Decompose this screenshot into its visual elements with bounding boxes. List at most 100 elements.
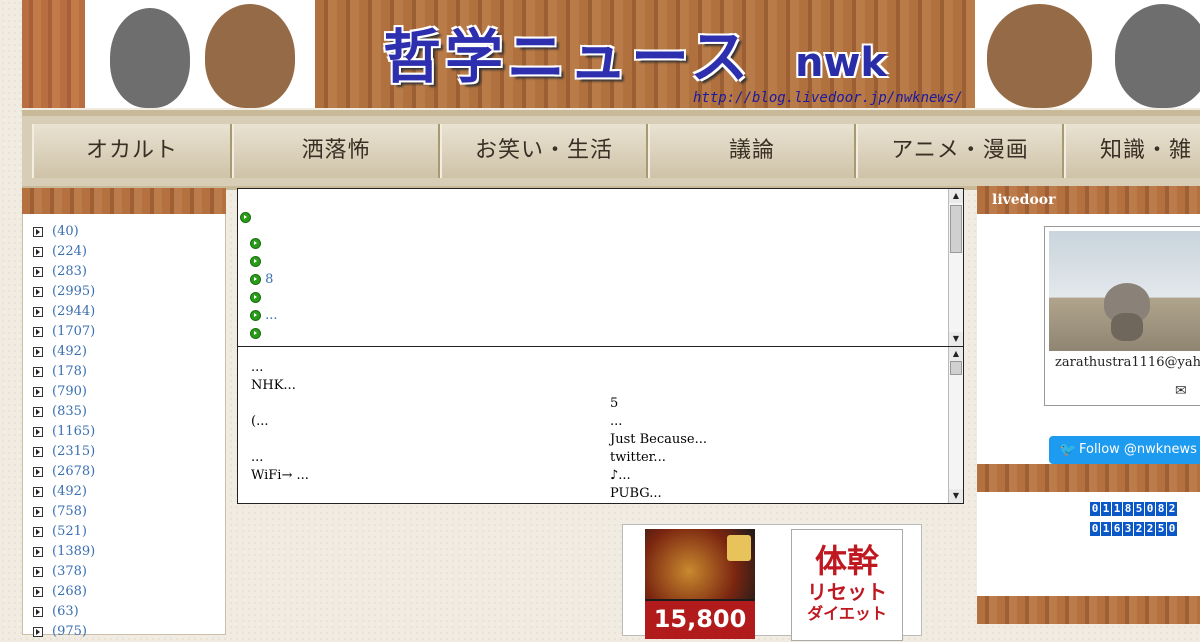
profile-email: zarathustra1116@yahoo.c xyxy=(1055,355,1200,370)
list-item[interactable]: ... xyxy=(250,307,278,325)
nav-item-debate[interactable]: 議論 xyxy=(648,124,858,178)
list-item[interactable] xyxy=(250,325,261,343)
category-item[interactable]: (790) xyxy=(33,382,87,402)
left-sidebar-header xyxy=(22,188,226,214)
counter-digit: 0 xyxy=(1145,502,1155,516)
list-item[interactable]: twitter... xyxy=(610,449,666,467)
category-item[interactable]: (758) xyxy=(33,502,87,522)
counter-section: 01185082 01632250 xyxy=(977,492,1200,596)
ad-price: 15,800 xyxy=(645,601,755,639)
nav-item-sharekowa[interactable]: 洒落怖 xyxy=(232,124,442,178)
scroll-down-arrow-icon[interactable]: ▼ xyxy=(949,332,963,346)
category-item[interactable]: (1707) xyxy=(33,322,95,342)
category-item[interactable]: (2995) xyxy=(33,282,95,302)
category-item[interactable]: (492) xyxy=(33,342,87,362)
profile-header: livedoor xyxy=(977,186,1200,214)
green-bullet-icon xyxy=(250,256,261,267)
category-item[interactable]: (178) xyxy=(33,362,87,382)
category-list: (40) (224) (283) (2995) (2944) (1707) (4… xyxy=(22,214,226,639)
green-bullet-icon xyxy=(250,274,261,285)
list-item[interactable]: Just Because... xyxy=(610,431,707,449)
category-item[interactable]: (224) xyxy=(33,242,87,262)
list-item[interactable] xyxy=(250,289,261,307)
scroll-up-arrow-icon[interactable]: ▲ xyxy=(949,347,963,361)
osechi-ad-image[interactable]: 15,800 xyxy=(645,529,755,639)
scrollbar-thumb[interactable] xyxy=(950,205,962,253)
ad-title: ダイエット xyxy=(807,604,887,623)
bullet-arrow-icon xyxy=(33,266,43,277)
category-item[interactable]: (1165) xyxy=(33,422,95,442)
list-item[interactable]: (... xyxy=(251,413,268,431)
list-item[interactable]: ... xyxy=(251,449,263,467)
site-header: 哲学ニュース nwk http://blog.livedoor.jp/nwkne… xyxy=(22,0,1200,108)
diet-book-ad-image[interactable]: 体幹 リセット ダイエット xyxy=(791,529,903,641)
category-nav: オカルト 洒落怖 お笑い・生活 議論 アニメ・漫画 知識・雑 xyxy=(22,110,1200,190)
avatar[interactable] xyxy=(1049,231,1200,351)
sidebar-section-header xyxy=(977,596,1200,624)
list-item[interactable]: 8 xyxy=(250,271,273,289)
category-item[interactable]: (268) xyxy=(33,582,87,602)
counter-digit: 5 xyxy=(1134,502,1144,516)
list-item[interactable] xyxy=(250,235,261,253)
category-item[interactable]: (521) xyxy=(33,522,87,542)
philosopher-busts-left-image xyxy=(85,0,315,108)
access-counter-monthly: 01632250 xyxy=(1090,522,1177,536)
site-title[interactable]: 哲学ニュース xyxy=(383,10,752,94)
category-item[interactable]: (1389) xyxy=(33,542,95,562)
list-item[interactable]: PUBG... xyxy=(610,485,662,503)
bullet-arrow-icon xyxy=(33,226,43,237)
recent-articles-box: 8 ... ▲ ▼ xyxy=(237,188,964,347)
list-item[interactable]: ♪... xyxy=(610,467,631,485)
nav-item-anime-manga[interactable]: アニメ・漫画 xyxy=(856,124,1066,178)
list-item[interactable]: 5 xyxy=(610,395,618,413)
scrollbar[interactable]: ▲ ▼ xyxy=(948,189,963,346)
bullet-arrow-icon xyxy=(33,426,43,437)
scroll-down-arrow-icon[interactable]: ▼ xyxy=(949,489,963,503)
scrollbar[interactable]: ▲ ▼ xyxy=(948,347,963,503)
counter-digit: 6 xyxy=(1112,522,1122,536)
category-item[interactable]: (40) xyxy=(33,222,79,242)
bullet-arrow-icon xyxy=(33,406,43,417)
category-item[interactable]: (2944) xyxy=(33,302,95,322)
category-item[interactable]: (975) xyxy=(33,622,87,642)
twitter-follow-button[interactable]: 🐦 Follow @nwknews xyxy=(1049,436,1200,464)
nav-item-occult[interactable]: オカルト xyxy=(32,124,234,178)
bullet-arrow-icon xyxy=(33,586,43,597)
bullet-arrow-icon xyxy=(33,486,43,497)
nav-item-comedy-life[interactable]: お笑い・生活 xyxy=(440,124,650,178)
category-item[interactable]: (2678) xyxy=(33,462,95,482)
bullet-arrow-icon xyxy=(33,546,43,557)
category-item[interactable]: (378) xyxy=(33,562,87,582)
scroll-up-arrow-icon[interactable]: ▲ xyxy=(949,189,963,203)
bullet-arrow-icon xyxy=(33,326,43,337)
category-item[interactable]: (283) xyxy=(33,262,87,282)
counter-digit: 8 xyxy=(1123,502,1133,516)
bullet-arrow-icon xyxy=(33,466,43,477)
list-item[interactable]: WiFi→ ... xyxy=(251,467,309,485)
counter-header xyxy=(977,464,1200,492)
category-item[interactable]: (63) xyxy=(33,602,79,622)
category-item[interactable]: (835) xyxy=(33,402,87,422)
profile-section: zarathustra1116@yahoo.c ✉ 🐦 Follow @nwkn… xyxy=(977,214,1200,464)
bullet-arrow-icon xyxy=(33,526,43,537)
bullet-arrow-icon xyxy=(33,306,43,317)
counter-digit: 5 xyxy=(1156,522,1166,536)
category-item[interactable]: (492) xyxy=(33,482,87,502)
site-url[interactable]: http://blog.livedoor.jp/nwknews/ xyxy=(693,90,963,106)
scrollbar-thumb[interactable] xyxy=(950,361,962,375)
list-item[interactable]: ... xyxy=(251,359,263,377)
counter-digit: 0 xyxy=(1090,502,1100,516)
category-item[interactable]: (2315) xyxy=(33,442,95,462)
green-bullet-icon xyxy=(250,310,261,321)
nav-item-knowledge[interactable]: 知識・雑 xyxy=(1064,124,1200,178)
list-item[interactable] xyxy=(250,253,261,271)
site-banner[interactable]: 哲学ニュース nwk http://blog.livedoor.jp/nwkne… xyxy=(315,0,975,108)
list-item[interactable]: NHK... xyxy=(251,377,296,395)
profile-card: zarathustra1116@yahoo.c ✉ xyxy=(1044,226,1200,406)
mail-icon[interactable]: ✉ xyxy=(1175,383,1187,399)
antenna-links-box: ... NHK... (... ... WiFi→ ... 5 ... Just… xyxy=(237,346,964,504)
counter-digit: 0 xyxy=(1090,522,1100,536)
green-bullet-icon xyxy=(250,328,261,339)
list-item[interactable]: ... xyxy=(610,413,622,431)
list-item[interactable] xyxy=(240,209,251,227)
